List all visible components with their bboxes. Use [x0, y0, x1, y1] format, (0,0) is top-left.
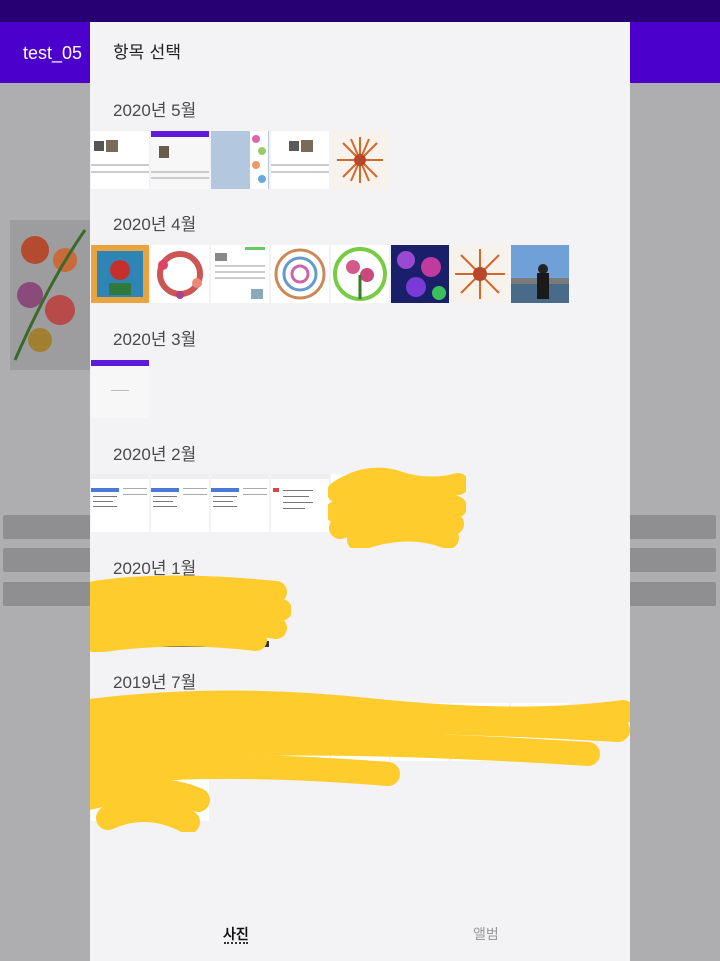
- tab-albums[interactable]: 앨범: [473, 924, 499, 944]
- photo-thumbnail[interactable]: [151, 131, 209, 189]
- redaction-scribble: [90, 690, 630, 832]
- photo-picker-dialog: 항목 선택 2020년 5월 2020년 4월 2020년 3월 2020년 2…: [90, 22, 630, 961]
- photo-thumbnail[interactable]: [391, 245, 449, 303]
- photo-thumbnail[interactable]: [271, 474, 329, 532]
- photo-thumbnail[interactable]: [451, 245, 509, 303]
- photo-thumbnail[interactable]: [331, 245, 389, 303]
- tab-photos-indicator: [224, 942, 248, 944]
- photo-thumbnail[interactable]: [151, 474, 209, 532]
- photo-thumbnail[interactable]: [331, 131, 389, 189]
- photo-thumbnail[interactable]: [250, 131, 268, 189]
- redaction-scribble: [328, 467, 466, 548]
- photo-thumbnail[interactable]: [151, 245, 209, 303]
- photo-thumbnail[interactable]: [211, 245, 269, 303]
- redaction-scribble: [90, 575, 291, 652]
- tab-photos[interactable]: 사진: [223, 924, 249, 944]
- photo-thumbnail[interactable]: [91, 474, 149, 532]
- photo-thumbnail[interactable]: [91, 360, 149, 418]
- section-label: 2020년 4월: [113, 215, 197, 234]
- section-label: 2020년 3월: [113, 330, 197, 349]
- background-flower-image: [10, 220, 90, 370]
- photo-thumbnail[interactable]: [211, 474, 269, 532]
- section-label: 2020년 2월: [113, 445, 197, 464]
- status-bar: [0, 0, 720, 22]
- photo-thumbnail[interactable]: [511, 245, 569, 303]
- app-title: test_05: [23, 43, 83, 63]
- photo-thumbnail[interactable]: [271, 245, 329, 303]
- dialog-title: 항목 선택: [113, 43, 181, 63]
- photo-thumbnail[interactable]: [271, 131, 329, 189]
- section-label: 2020년 5월: [113, 101, 197, 120]
- photo-thumbnail[interactable]: [91, 245, 149, 303]
- photo-thumbnail[interactable]: [91, 131, 149, 189]
